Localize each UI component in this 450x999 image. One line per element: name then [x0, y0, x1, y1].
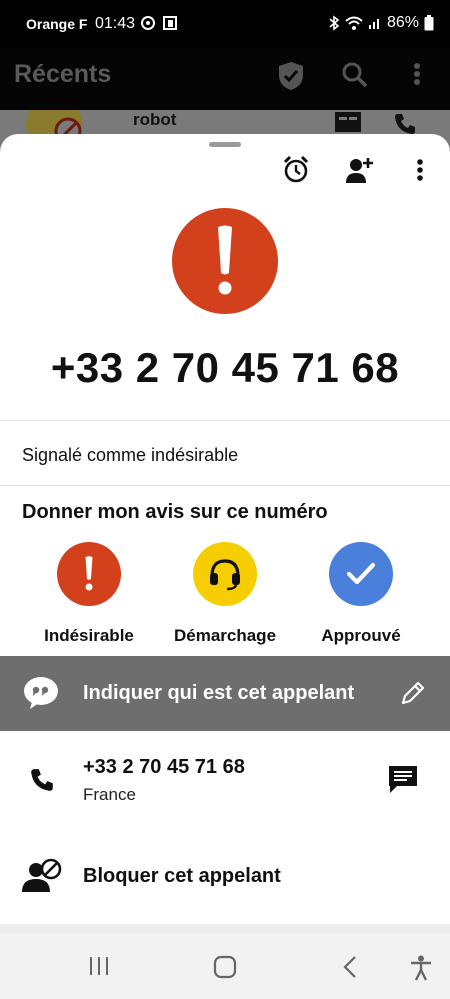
feedback-title: Donner mon avis sur ce numéro — [22, 501, 328, 523]
phone-icon — [395, 114, 415, 134]
screenshot-icon — [163, 16, 177, 30]
headset-icon — [193, 542, 257, 606]
carrier-name: Orange F — [26, 16, 88, 32]
quote-bubble-icon — [24, 677, 58, 709]
divider — [0, 485, 450, 486]
system-nav-bar — [0, 934, 450, 999]
battery-percent: 86% — [386, 14, 419, 31]
drag-handle[interactable] — [209, 142, 241, 147]
accessibility-icon[interactable] — [409, 955, 433, 981]
identify-caller-label: Indiquer qui est cet appelant — [83, 682, 355, 704]
shield-icon[interactable] — [277, 60, 305, 92]
report-icon — [335, 112, 361, 132]
rate-approved-label: Approuvé — [321, 626, 401, 645]
check-icon — [329, 542, 393, 606]
edit-pencil-icon[interactable] — [400, 680, 426, 706]
spam-status-label: Signalé comme indésirable — [22, 445, 239, 465]
rate-spam-label: Indésirable — [44, 626, 134, 645]
search-icon[interactable] — [341, 60, 369, 90]
recent-apps-icon[interactable] — [88, 955, 110, 977]
caller-info-sheet: +33 2 70 45 71 68 Signalé comme indésira… — [0, 134, 450, 924]
block-user-icon — [22, 858, 62, 892]
bluetooth-icon — [329, 15, 340, 31]
identify-caller-bar[interactable]: Indiquer qui est cet appelant — [0, 656, 450, 731]
rate-telemarketing-button[interactable]: Démarchage — [160, 542, 290, 646]
sheet-bottom-edge — [0, 924, 450, 934]
exclamation-icon — [57, 542, 121, 606]
signal-icon — [368, 19, 379, 29]
spam-alert-icon — [172, 208, 278, 314]
more-vert-icon[interactable] — [415, 156, 425, 184]
more-vert-icon[interactable] — [412, 60, 422, 90]
caller-phone-number: +33 2 70 45 71 68 — [50, 344, 400, 391]
status-bar: Orange F 01:43 86% — [0, 0, 450, 48]
divider — [0, 420, 450, 421]
home-icon[interactable] — [213, 955, 237, 979]
rate-spam-button[interactable]: Indésirable — [24, 542, 154, 646]
clock: 01:43 — [95, 15, 136, 32]
battery-icon — [424, 15, 434, 31]
sync-icon — [141, 16, 155, 30]
add-contact-icon[interactable] — [346, 156, 374, 184]
block-caller-label: Bloquer cet appelant — [83, 865, 281, 887]
phone-icon — [31, 769, 53, 791]
contact-country: France — [83, 785, 136, 804]
app-header: Récents — [0, 48, 450, 110]
caller-name: robot — [133, 110, 177, 129]
alarm-icon[interactable] — [283, 156, 309, 184]
contact-number: +33 2 70 45 71 68 — [83, 756, 245, 778]
page-title: Récents — [14, 60, 112, 88]
message-icon[interactable] — [387, 764, 419, 794]
rate-approved-button[interactable]: Approuvé — [296, 542, 426, 646]
back-icon[interactable] — [342, 955, 358, 979]
wifi-icon — [345, 16, 363, 30]
rate-telemarketing-label: Démarchage — [173, 626, 277, 645]
